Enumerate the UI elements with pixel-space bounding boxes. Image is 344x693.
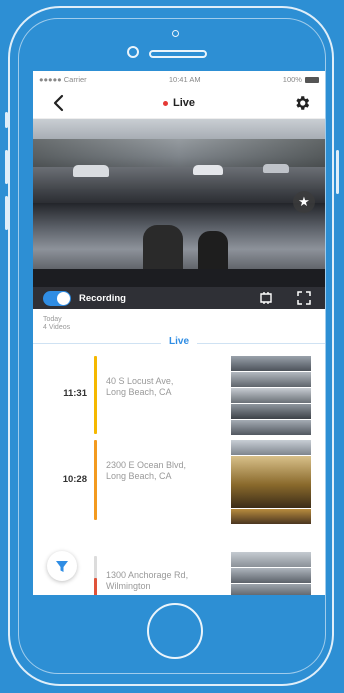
entry-address: 1300 Anchorage Rd, bbox=[106, 570, 189, 580]
app-screen: ●●●●● Carrier 10:41 AM 100% Live ★ Recor… bbox=[33, 71, 325, 595]
day-label: Today bbox=[43, 316, 62, 323]
video-thumbnail[interactable] bbox=[231, 509, 311, 524]
entry-time: 10:28 bbox=[62, 474, 87, 485]
live-divider: Live bbox=[33, 336, 325, 350]
battery-icon bbox=[304, 77, 319, 84]
home-button[interactable] bbox=[147, 603, 203, 659]
day-header: Today 4 Videos bbox=[33, 309, 325, 336]
page-title-text: Live bbox=[172, 97, 195, 109]
video-thumbnail[interactable] bbox=[231, 356, 311, 371]
status-time: 10:41 AM bbox=[168, 75, 201, 84]
status-bar: ●●●●● Carrier 10:41 AM 100% bbox=[33, 71, 325, 88]
carrier-label: ●●●●● Carrier bbox=[39, 75, 87, 84]
video-count: 4 Videos bbox=[43, 324, 71, 331]
video-thumbnail[interactable] bbox=[231, 440, 311, 455]
entry-color-bar bbox=[94, 440, 97, 520]
power-button bbox=[336, 150, 339, 194]
volume-up-button bbox=[5, 150, 8, 184]
video-thumbnail[interactable] bbox=[231, 456, 311, 508]
entry-thumbnails[interactable] bbox=[231, 552, 311, 595]
battery-percent: 100% bbox=[282, 75, 302, 84]
video-thumbnail[interactable] bbox=[231, 372, 311, 387]
front-camera-view bbox=[33, 119, 325, 203]
entry-time: 11:31 bbox=[63, 388, 87, 399]
timeline-entry[interactable]: 10:28 2300 E Ocean Blvd, Long Beach, CA bbox=[33, 440, 325, 526]
filter-button[interactable] bbox=[47, 551, 77, 581]
cabin-camera-view bbox=[33, 203, 325, 287]
battery-status: 100% bbox=[283, 75, 319, 84]
funnel-icon bbox=[56, 561, 68, 572]
entry-city: Long Beach, CA bbox=[106, 387, 172, 397]
recording-toggle[interactable] bbox=[43, 290, 71, 306]
entry-city: Long Beach, CA bbox=[106, 471, 172, 481]
chevron-left-icon[interactable] bbox=[51, 94, 67, 112]
entry-thumbnails[interactable] bbox=[231, 356, 311, 436]
recording-label: Recording bbox=[79, 292, 126, 304]
entry-address: 2300 E Ocean Blvd, bbox=[106, 460, 187, 470]
entry-color-bar bbox=[94, 356, 97, 434]
expand-icon[interactable] bbox=[297, 291, 311, 305]
gear-icon[interactable] bbox=[293, 94, 311, 112]
entry-address: 40 S Locust Ave, bbox=[106, 376, 174, 386]
live-video-feed[interactable]: ★ bbox=[33, 119, 325, 287]
volume-down-button bbox=[5, 196, 8, 230]
mute-switch bbox=[5, 112, 8, 128]
crop-icon[interactable] bbox=[259, 291, 273, 305]
video-thumbnail[interactable] bbox=[231, 584, 311, 595]
video-thumbnail[interactable] bbox=[231, 420, 311, 435]
timeline-entry[interactable]: 11:31 40 S Locust Ave, Long Beach, CA bbox=[33, 356, 325, 438]
page-title: Live bbox=[162, 97, 195, 109]
entry-location: 40 S Locust Ave, Long Beach, CA bbox=[106, 376, 226, 398]
entry-city: Wilmington bbox=[106, 581, 151, 591]
video-thumbnail[interactable] bbox=[231, 568, 311, 583]
video-thumbnail[interactable] bbox=[231, 552, 311, 567]
proximity-sensor bbox=[172, 30, 179, 37]
front-camera bbox=[127, 46, 139, 58]
nav-bar: Live bbox=[33, 88, 325, 119]
recording-bar: Recording bbox=[33, 287, 325, 309]
video-thumbnail[interactable] bbox=[231, 388, 311, 403]
entry-thumbnails[interactable] bbox=[231, 440, 311, 525]
star-icon[interactable]: ★ bbox=[293, 191, 315, 213]
video-thumbnail[interactable] bbox=[231, 404, 311, 419]
live-indicator-dot bbox=[162, 100, 168, 106]
entry-location: 2300 E Ocean Blvd, Long Beach, CA bbox=[106, 460, 226, 482]
entry-color-bar bbox=[94, 578, 97, 595]
earpiece-speaker bbox=[149, 50, 207, 58]
live-divider-label: Live bbox=[160, 336, 198, 347]
entry-location: 1300 Anchorage Rd, Wilmington bbox=[106, 570, 226, 592]
